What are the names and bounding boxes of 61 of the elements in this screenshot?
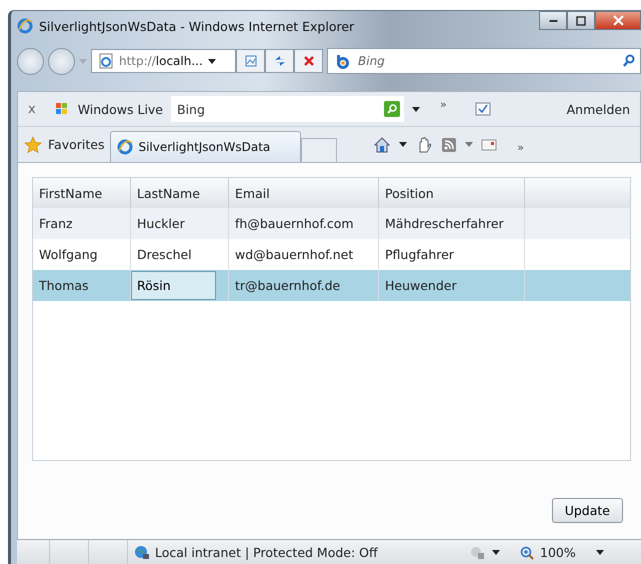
maximize-icon — [576, 16, 586, 26]
cell-edit-field[interactable]: Rösin — [131, 271, 216, 300]
overflow-chevron[interactable]: » — [517, 141, 524, 154]
table-cell: wd@bauernhof.net — [235, 247, 354, 262]
back-button[interactable] — [17, 48, 44, 74]
minimize-button[interactable] — [539, 11, 567, 30]
table-row[interactable]: Thomas Rösin tr@bauernhof.de Heuwender — [33, 270, 630, 301]
favorites-button[interactable]: Favorites — [48, 137, 104, 152]
minimize-icon — [548, 20, 558, 22]
table-cell: Pflugfahrer — [385, 247, 454, 262]
mail-icon[interactable] — [481, 136, 498, 152]
table-cell: Dreschel — [137, 247, 192, 262]
table-cell: Mähdrescherfahrer — [385, 216, 504, 231]
picture-frame-icon — [244, 54, 258, 68]
caret-icon[interactable] — [412, 106, 420, 112]
zoom-level[interactable]: 100% — [540, 545, 576, 560]
table-cell: Wolfgang — [39, 247, 98, 262]
close-button[interactable] — [595, 11, 641, 30]
feed-icon[interactable] — [441, 136, 458, 152]
table-cell: Heuwender — [385, 278, 457, 293]
overflow-chevron[interactable]: » — [440, 98, 447, 111]
home-icon[interactable] — [373, 136, 392, 154]
search-field[interactable]: Bing — [327, 48, 641, 74]
table-row[interactable]: Franz Huckler fh@bauernhof.com Mähdrescherfahrer — [33, 208, 630, 239]
close-toolbar-button[interactable]: x — [28, 102, 36, 116]
compatibility-button[interactable] — [236, 49, 265, 73]
search-icon[interactable] — [622, 54, 636, 68]
caret-icon[interactable] — [399, 142, 408, 147]
toolbar-search-field[interactable]: Bing — [171, 96, 404, 122]
ie-logo-icon — [17, 18, 33, 34]
address-field[interactable]: http://localh... — [91, 49, 236, 73]
caret-icon[interactable] — [596, 550, 604, 555]
table-cell: Franz — [39, 216, 73, 231]
caret-icon[interactable] — [208, 58, 216, 64]
globe-icon — [134, 544, 150, 560]
refresh-icon — [272, 54, 286, 68]
bing-logo-icon — [334, 53, 350, 69]
zoom-icon[interactable] — [520, 546, 534, 560]
table-cell: tr@bauernhof.de — [235, 278, 340, 293]
maximize-button[interactable] — [567, 11, 595, 30]
forward-button[interactable] — [48, 48, 75, 74]
search-icon[interactable] — [384, 101, 400, 117]
star-icon — [24, 136, 42, 154]
table-cell: fh@bauernhof.com — [235, 216, 354, 231]
browser-tab[interactable]: SilverlightJsonWsData — [110, 131, 302, 162]
stop-button[interactable] — [294, 49, 323, 73]
page-icon — [98, 53, 114, 69]
window-title: SilverlightJsonWsData - Windows Internet Explorer — [39, 18, 354, 34]
security-zone-text: Local intranet | Protected Mode: Off — [155, 545, 378, 560]
checkbox-icon[interactable] — [474, 101, 491, 117]
update-button[interactable]: Update — [552, 498, 623, 523]
ie-logo-icon — [117, 139, 134, 155]
sign-in-link[interactable]: Anmelden — [566, 102, 640, 116]
windows-live-link[interactable]: Windows Live — [78, 102, 163, 116]
table-cell: Huckler — [137, 216, 185, 231]
table-cell: Thomas — [39, 278, 89, 293]
windows-flag-icon — [54, 101, 70, 117]
stop-icon — [302, 55, 314, 67]
refresh-button[interactable] — [265, 49, 294, 73]
close-icon — [612, 15, 624, 26]
caret-icon[interactable] — [492, 550, 500, 555]
